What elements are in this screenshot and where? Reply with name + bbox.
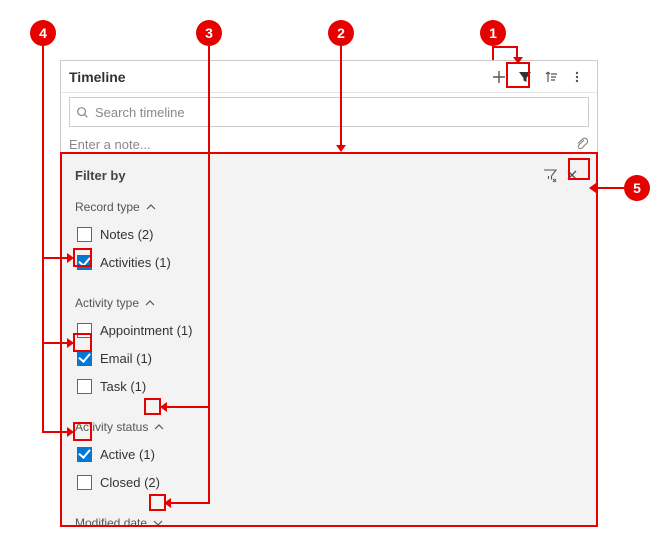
option-label: Task (1) — [100, 379, 146, 394]
chevron-up-icon — [152, 420, 166, 434]
search-input[interactable]: Search timeline — [69, 97, 589, 127]
option-email[interactable]: Email (1) — [75, 344, 583, 372]
arrow-line — [42, 257, 70, 259]
group-header-activity-type[interactable]: Activity type — [75, 296, 583, 310]
option-active[interactable]: Active (1) — [75, 440, 583, 468]
option-label: Email (1) — [100, 351, 152, 366]
clear-filter-icon — [542, 167, 558, 183]
group-header-record-type[interactable]: Record type — [75, 200, 583, 214]
arrow-line — [492, 46, 494, 60]
annotation-badge-5: 5 — [624, 175, 650, 201]
option-task[interactable]: Task (1) — [75, 372, 583, 400]
arrow-head — [513, 57, 523, 64]
checkbox[interactable] — [77, 351, 92, 366]
close-filter-button[interactable] — [561, 164, 583, 186]
option-label: Activities (1) — [100, 255, 171, 270]
option-notes[interactable]: Notes (2) — [75, 220, 583, 248]
chevron-up-icon — [144, 200, 158, 214]
checkbox[interactable] — [77, 323, 92, 338]
add-button[interactable] — [487, 65, 511, 89]
option-label: Appointment (1) — [100, 323, 193, 338]
arrow-head — [67, 253, 74, 263]
checkbox[interactable] — [77, 255, 92, 270]
group-header-activity-status[interactable]: Activity status — [75, 420, 583, 434]
filter-icon — [518, 70, 532, 84]
group-header-modified-date[interactable]: Modified date — [75, 516, 583, 530]
arrow-line — [492, 46, 518, 48]
arrow-head — [160, 402, 167, 412]
group-record-type: Record type Notes (2) Activities (1) — [75, 200, 583, 276]
option-label: Notes (2) — [100, 227, 153, 242]
note-placeholder: Enter a note... — [69, 137, 575, 152]
more-icon — [570, 70, 584, 84]
timeline-panel: Timeline Search timeline Enter a note...… — [60, 60, 598, 527]
group-activity-type: Activity type Appointment (1) Email (1) … — [75, 296, 583, 400]
arrow-line — [42, 46, 44, 432]
sort-button[interactable] — [539, 65, 563, 89]
filter-button[interactable] — [513, 65, 537, 89]
option-label: Closed (2) — [100, 475, 160, 490]
arrow-line — [170, 502, 210, 504]
option-label: Active (1) — [100, 447, 155, 462]
group-activity-status: Activity status Active (1) Closed (2) — [75, 420, 583, 496]
arrow-line — [166, 406, 210, 408]
checkbox[interactable] — [77, 379, 92, 394]
chevron-up-icon — [143, 296, 157, 310]
chevron-down-icon — [151, 516, 165, 530]
arrow-line — [42, 431, 70, 433]
annotation-badge-4: 4 — [30, 20, 56, 46]
more-button[interactable] — [565, 65, 589, 89]
checkbox[interactable] — [77, 227, 92, 242]
close-icon — [565, 168, 579, 182]
arrow-line — [340, 46, 342, 148]
sort-icon — [544, 70, 558, 84]
checkbox[interactable] — [77, 447, 92, 462]
group-label: Modified date — [75, 516, 147, 530]
group-label: Activity status — [75, 420, 148, 434]
annotation-badge-3: 3 — [196, 20, 222, 46]
arrow-head — [336, 145, 346, 152]
arrow-head — [589, 183, 596, 193]
arrow-head — [67, 338, 74, 348]
page-title: Timeline — [69, 69, 126, 85]
arrow-line — [42, 342, 70, 344]
attach-button[interactable] — [575, 137, 589, 151]
annotation-badge-2: 2 — [328, 20, 354, 46]
search-placeholder: Search timeline — [95, 105, 582, 120]
filter-title: Filter by — [75, 168, 539, 183]
arrow-line — [208, 406, 210, 502]
add-icon — [492, 70, 506, 84]
filter-pane: Filter by Record type Notes (2) — [61, 153, 597, 526]
search-icon — [76, 106, 89, 119]
option-closed[interactable]: Closed (2) — [75, 468, 583, 496]
attach-icon — [575, 137, 589, 151]
arrow-head — [67, 427, 74, 437]
group-label: Activity type — [75, 296, 139, 310]
filter-topbar: Filter by — [75, 164, 583, 186]
checkbox[interactable] — [77, 475, 92, 490]
group-modified-date: Modified date — [75, 516, 583, 530]
arrow-head — [164, 498, 171, 508]
option-activities[interactable]: Activities (1) — [75, 248, 583, 276]
clear-filter-button[interactable] — [539, 164, 561, 186]
annotation-badge-1: 1 — [480, 20, 506, 46]
group-label: Record type — [75, 200, 140, 214]
option-appointment[interactable]: Appointment (1) — [75, 316, 583, 344]
arrow-line — [208, 46, 210, 406]
arrow-line — [594, 187, 624, 189]
panel-header: Timeline — [61, 61, 597, 93]
